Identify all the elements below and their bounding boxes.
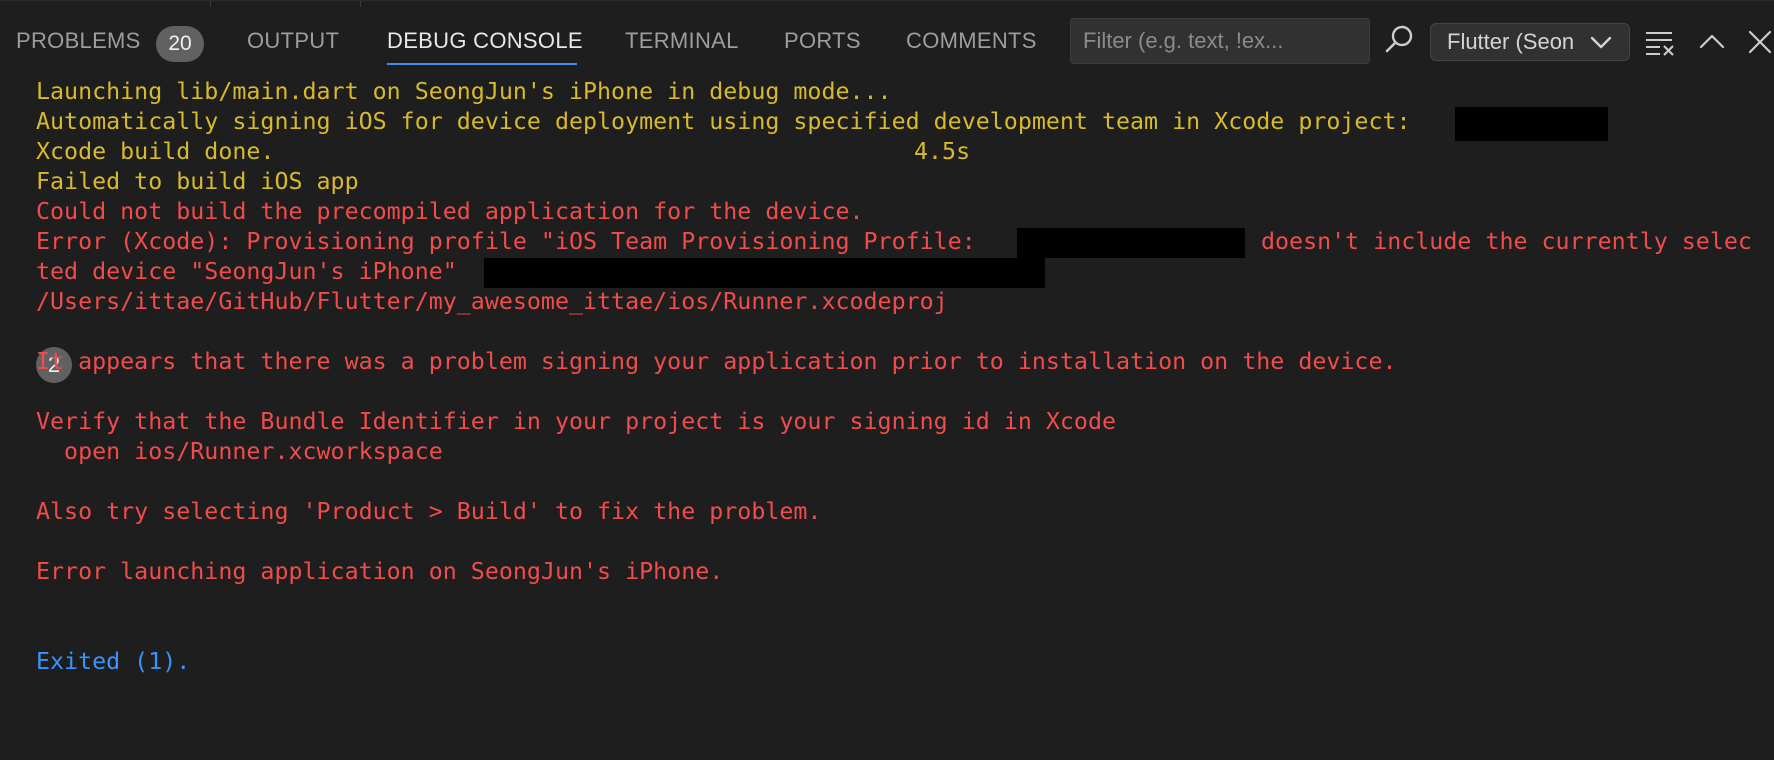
exit-status: Exited (1). xyxy=(36,648,191,675)
redacted-block xyxy=(1455,107,1608,141)
tab-comments[interactable]: COMMENTS xyxy=(906,28,1037,54)
console-line: Also try selecting 'Product > Build' to … xyxy=(36,498,822,525)
close-icon[interactable] xyxy=(1742,24,1774,60)
tab-terminal[interactable]: TERMINAL xyxy=(625,28,739,54)
console-line: Automatically signing iOS for device dep… xyxy=(36,108,1411,135)
console-line: Error (Xcode): Provisioning profile "iOS… xyxy=(36,228,976,255)
console-line: Failed to build iOS app xyxy=(36,168,359,195)
filter-input[interactable]: Filter (e.g. text, !ex... xyxy=(1070,18,1370,64)
problems-count-badge: 20 xyxy=(156,26,204,62)
file-path-link[interactable]: /Users/ittae/GitHub/Flutter/my_awesome_i… xyxy=(36,287,948,317)
build-duration: 4.5s xyxy=(914,138,971,165)
tab-debug-console[interactable]: DEBUG CONSOLE xyxy=(387,28,583,54)
console-line: Verify that the Bundle Identifier in you… xyxy=(36,408,1116,435)
console-line: Launching lib/main.dart on SeongJun's iP… xyxy=(36,78,892,105)
console-line: open ios/Runner.xcworkspace xyxy=(36,438,443,465)
chevron-down-icon[interactable] xyxy=(1588,32,1614,52)
panel-header: PROBLEMS 20 OUTPUT DEBUG CONSOLE TERMINA… xyxy=(0,6,1774,76)
tab-problems[interactable]: PROBLEMS xyxy=(16,28,141,54)
tab-output[interactable]: OUTPUT xyxy=(247,28,339,54)
clear-console-icon[interactable] xyxy=(1642,24,1678,60)
redacted-block xyxy=(1017,228,1245,258)
console-line: It appears that there was a problem sign… xyxy=(36,348,1397,375)
console-line: doesn't include the currently selec xyxy=(1261,228,1752,255)
redacted-block xyxy=(484,258,1045,288)
console-line: Xcode build done. xyxy=(36,138,275,165)
debug-console-output[interactable]: Launching lib/main.dart on SeongJun's iP… xyxy=(0,72,1774,760)
search-icon[interactable] xyxy=(1382,22,1418,58)
console-line: ted device "SeongJun's iPhone" xyxy=(36,258,457,285)
active-tab-indicator xyxy=(387,63,577,65)
chevron-up-icon[interactable] xyxy=(1694,24,1730,60)
console-line: Error launching application on SeongJun'… xyxy=(36,558,724,585)
tab-ports[interactable]: PORTS xyxy=(784,28,861,54)
console-line: Could not build the precompiled applicat… xyxy=(36,198,864,225)
